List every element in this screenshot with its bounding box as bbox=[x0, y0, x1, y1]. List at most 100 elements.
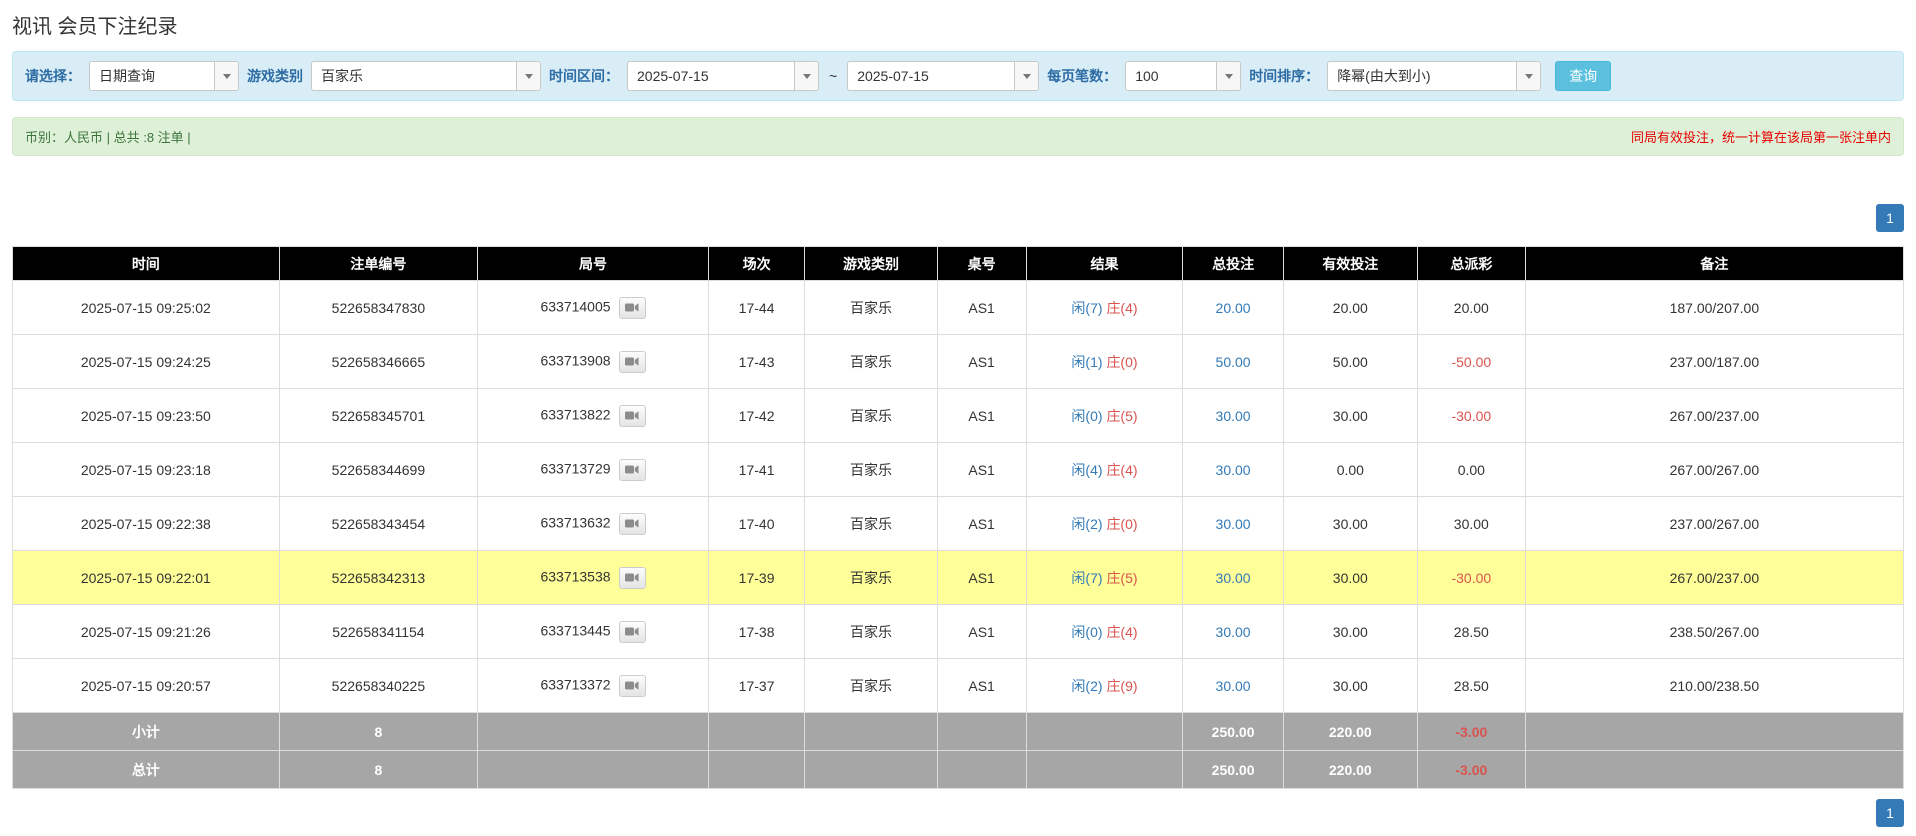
game-type-dropdown[interactable]: 百家乐 bbox=[311, 61, 541, 91]
video-camera-icon bbox=[625, 680, 639, 691]
table-row: 2025-07-15 09:24:25 522658346665 633713908… bbox=[12, 334, 1905, 389]
table-row: 2025-07-15 09:22:38 522658343454 633713632… bbox=[12, 496, 1905, 551]
cell-total-bet: 30.00 bbox=[1182, 442, 1284, 497]
video-replay-button[interactable] bbox=[618, 296, 646, 319]
total-bet-link[interactable]: 50.00 bbox=[1216, 354, 1251, 370]
column-header: 场次 bbox=[707, 246, 806, 281]
select-type-label: 请选择： bbox=[25, 68, 81, 84]
subtotal-label: 小计 bbox=[12, 712, 280, 751]
page-size-dropdown[interactable]: 100 bbox=[1125, 61, 1242, 91]
cell-round-id: 633713822 bbox=[477, 388, 709, 443]
result-player: 闲(1) bbox=[1071, 353, 1103, 370]
cell-round-id: 633713908 bbox=[477, 334, 709, 389]
video-camera-icon bbox=[625, 518, 639, 529]
table-row: 2025-07-15 09:21:26 522658341154 633713445… bbox=[12, 604, 1905, 659]
game-type-dropdown-button[interactable] bbox=[516, 62, 540, 90]
cell-result: 闲(0) 庄(4) bbox=[1025, 604, 1184, 659]
round-id-text: 633714005 bbox=[540, 298, 611, 315]
video-camera-icon bbox=[625, 572, 639, 583]
time-sort-dropdown[interactable]: 降幂(由大到小) bbox=[1327, 61, 1542, 91]
result-player: 闲(0) bbox=[1071, 407, 1103, 424]
cell-table-no: AS1 bbox=[936, 334, 1027, 389]
date-to-picker[interactable]: 2025-07-15 bbox=[847, 61, 1040, 91]
video-replay-button[interactable] bbox=[618, 674, 646, 697]
cell-game-type: 百家乐 bbox=[804, 334, 938, 389]
cell-bet-id: 522658341154 bbox=[278, 604, 479, 659]
date-from-picker[interactable]: 2025-07-15 bbox=[627, 61, 819, 91]
chevron-down-icon bbox=[1224, 73, 1233, 79]
cell-bet-id: 522658346665 bbox=[278, 334, 479, 389]
subtotal-row: 小计 8 250.00 220.00 -3.00 bbox=[12, 712, 1905, 751]
cell-table-no: AS1 bbox=[936, 496, 1027, 551]
grand-total-payout: -3.00 bbox=[1416, 750, 1526, 789]
total-bet-link[interactable]: 30.00 bbox=[1216, 516, 1251, 532]
cell-time: 2025-07-15 09:22:01 bbox=[12, 550, 280, 605]
grand-total-label: 总计 bbox=[12, 750, 280, 789]
date-to-dropdown-button[interactable] bbox=[1014, 62, 1039, 90]
cell-session: 17-39 bbox=[707, 550, 806, 605]
search-button[interactable]: 查询 bbox=[1555, 61, 1612, 91]
select-type-dropdown[interactable]: 日期查询 bbox=[89, 61, 239, 91]
video-replay-button[interactable] bbox=[618, 404, 646, 427]
date-range-label: 时间区间： bbox=[549, 68, 619, 84]
total-bet-link[interactable]: 30.00 bbox=[1216, 624, 1251, 640]
table-header-row: 时间 注单编号 局号 场次 游戏类别 桌号 结果 总投注 有效投注 总派彩 备注 bbox=[12, 246, 1905, 281]
cell-bet-id: 522658340225 bbox=[278, 658, 479, 713]
time-sort-dropdown-button[interactable] bbox=[1516, 62, 1541, 90]
cell-round-id: 633713372 bbox=[477, 658, 709, 713]
column-header: 有效投注 bbox=[1282, 246, 1418, 281]
cell-round-id: 633713538 bbox=[477, 550, 709, 605]
subtotal-count: 8 bbox=[278, 712, 479, 751]
cell-session: 17-41 bbox=[707, 442, 806, 497]
cell-total-bet: 30.00 bbox=[1182, 604, 1284, 659]
page-number-button[interactable]: 1 bbox=[1876, 799, 1904, 827]
date-from-dropdown-button[interactable] bbox=[794, 62, 818, 90]
cell-note: 267.00/267.00 bbox=[1524, 442, 1905, 497]
grand-total-row: 总计 8 250.00 220.00 -3.00 bbox=[12, 750, 1905, 789]
date-from-value: 2025-07-15 bbox=[637, 68, 709, 84]
page-size-dropdown-button[interactable] bbox=[1216, 62, 1241, 90]
game-type-value: 百家乐 bbox=[321, 68, 363, 84]
cell-result: 闲(0) 庄(5) bbox=[1025, 388, 1184, 443]
cell-payout: -30.00 bbox=[1416, 388, 1526, 443]
cell-total-bet: 30.00 bbox=[1182, 388, 1284, 443]
total-bet-link[interactable]: 30.00 bbox=[1216, 408, 1251, 424]
cell-payout: 0.00 bbox=[1416, 442, 1526, 497]
column-header: 备注 bbox=[1524, 246, 1905, 281]
result-banker: 庄(4) bbox=[1106, 461, 1138, 478]
cell-game-type: 百家乐 bbox=[804, 550, 938, 605]
grand-total-total-bet: 250.00 bbox=[1182, 750, 1284, 789]
video-replay-button[interactable] bbox=[618, 512, 646, 535]
result-player: 闲(2) bbox=[1071, 677, 1103, 694]
video-replay-button[interactable] bbox=[618, 620, 646, 643]
result-banker: 庄(4) bbox=[1106, 299, 1138, 316]
video-replay-button[interactable] bbox=[618, 458, 646, 481]
cell-time: 2025-07-15 09:22:38 bbox=[12, 496, 280, 551]
bet-records-table: 时间 注单编号 局号 场次 游戏类别 桌号 结果 总投注 有效投注 总派彩 备注 2025-07-1… bbox=[12, 246, 1905, 789]
cell-table-no: AS1 bbox=[936, 442, 1027, 497]
video-replay-button[interactable] bbox=[618, 566, 646, 589]
cell-total-bet: 50.00 bbox=[1182, 334, 1284, 389]
total-bet-link[interactable]: 20.00 bbox=[1216, 300, 1251, 316]
video-camera-icon bbox=[625, 464, 639, 475]
subtotal-payout: -3.00 bbox=[1416, 712, 1526, 751]
page-number-button[interactable]: 1 bbox=[1876, 204, 1904, 232]
time-sort-label: 时间排序： bbox=[1249, 68, 1320, 84]
cell-game-type: 百家乐 bbox=[804, 388, 938, 443]
page-size-value: 100 bbox=[1135, 68, 1159, 84]
table-body: 2025-07-15 09:25:02 522658347830 633714005… bbox=[12, 280, 1905, 713]
cell-note: 237.00/187.00 bbox=[1524, 334, 1905, 389]
cell-payout: 30.00 bbox=[1416, 496, 1526, 551]
cell-payout: -50.00 bbox=[1416, 334, 1526, 389]
cell-payout: 28.50 bbox=[1416, 604, 1526, 659]
video-replay-button[interactable] bbox=[618, 350, 646, 373]
cell-payout: 20.00 bbox=[1416, 280, 1526, 335]
select-type-dropdown-button[interactable] bbox=[214, 62, 238, 90]
chevron-down-icon bbox=[222, 73, 231, 79]
total-bet-link[interactable]: 30.00 bbox=[1216, 570, 1251, 586]
cell-bet-id: 522658344699 bbox=[278, 442, 479, 497]
round-id-text: 633713729 bbox=[540, 460, 611, 477]
table-row: 2025-07-15 09:23:50 522658345701 633713822… bbox=[12, 388, 1905, 443]
total-bet-link[interactable]: 30.00 bbox=[1216, 678, 1251, 694]
total-bet-link[interactable]: 30.00 bbox=[1216, 462, 1251, 478]
